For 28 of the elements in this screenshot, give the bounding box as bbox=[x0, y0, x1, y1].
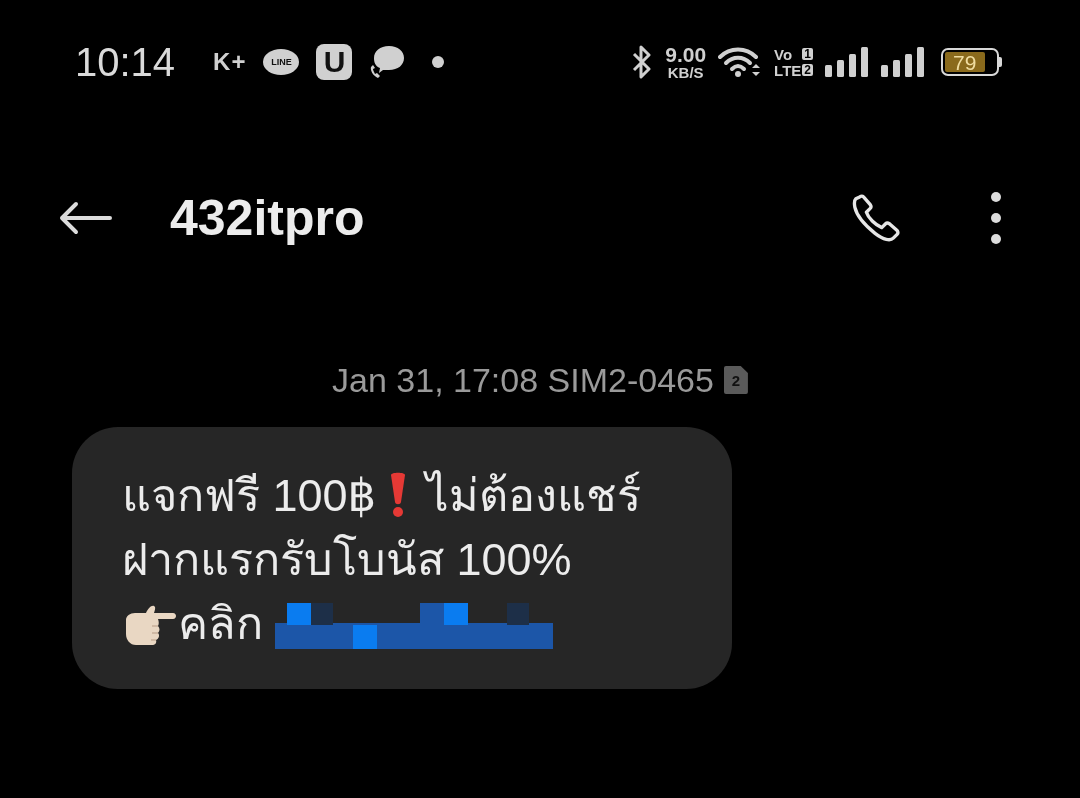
more-options-button[interactable] bbox=[990, 191, 1002, 245]
battery-indicator: 79 bbox=[941, 48, 1002, 76]
sim-number-tag: 1 bbox=[802, 48, 813, 60]
phone-icon bbox=[852, 194, 900, 242]
chat-bubble-logo: LINE bbox=[263, 49, 300, 75]
signal-bars-icon bbox=[881, 47, 925, 77]
wifi-icon bbox=[718, 46, 763, 78]
more-notifications-dot-icon bbox=[432, 56, 445, 68]
network-speed-unit: KB/S bbox=[667, 65, 704, 80]
volte-label: Vo bbox=[774, 46, 794, 62]
sim-number-tag: 2 bbox=[802, 64, 813, 76]
more-options-icon bbox=[990, 191, 1002, 245]
network-speed-value: 9.00 bbox=[665, 44, 707, 65]
sim-card-badge: 2 bbox=[723, 366, 748, 394]
signal-bars-icon bbox=[825, 47, 869, 77]
message-text: แจกฟรี 100฿ bbox=[122, 469, 377, 523]
message-text: ฝากแรกรับโบนัส 100% bbox=[122, 533, 572, 587]
back-arrow-icon bbox=[58, 201, 112, 235]
app-logo-text: K+ bbox=[213, 48, 247, 76]
volte-label: LTE bbox=[774, 62, 802, 78]
message-text: คลิก bbox=[178, 597, 263, 651]
app-tile-logo: U bbox=[316, 44, 353, 80]
call-button[interactable] bbox=[852, 194, 900, 242]
back-button[interactable] bbox=[58, 201, 112, 235]
contact-title: 432itpro bbox=[170, 189, 365, 247]
chat-bubble-phone-icon bbox=[369, 45, 406, 79]
message-timestamp: Jan 31, 17:08 SIM2-0465 bbox=[332, 360, 714, 400]
status-time: 10:14 bbox=[75, 39, 176, 85]
